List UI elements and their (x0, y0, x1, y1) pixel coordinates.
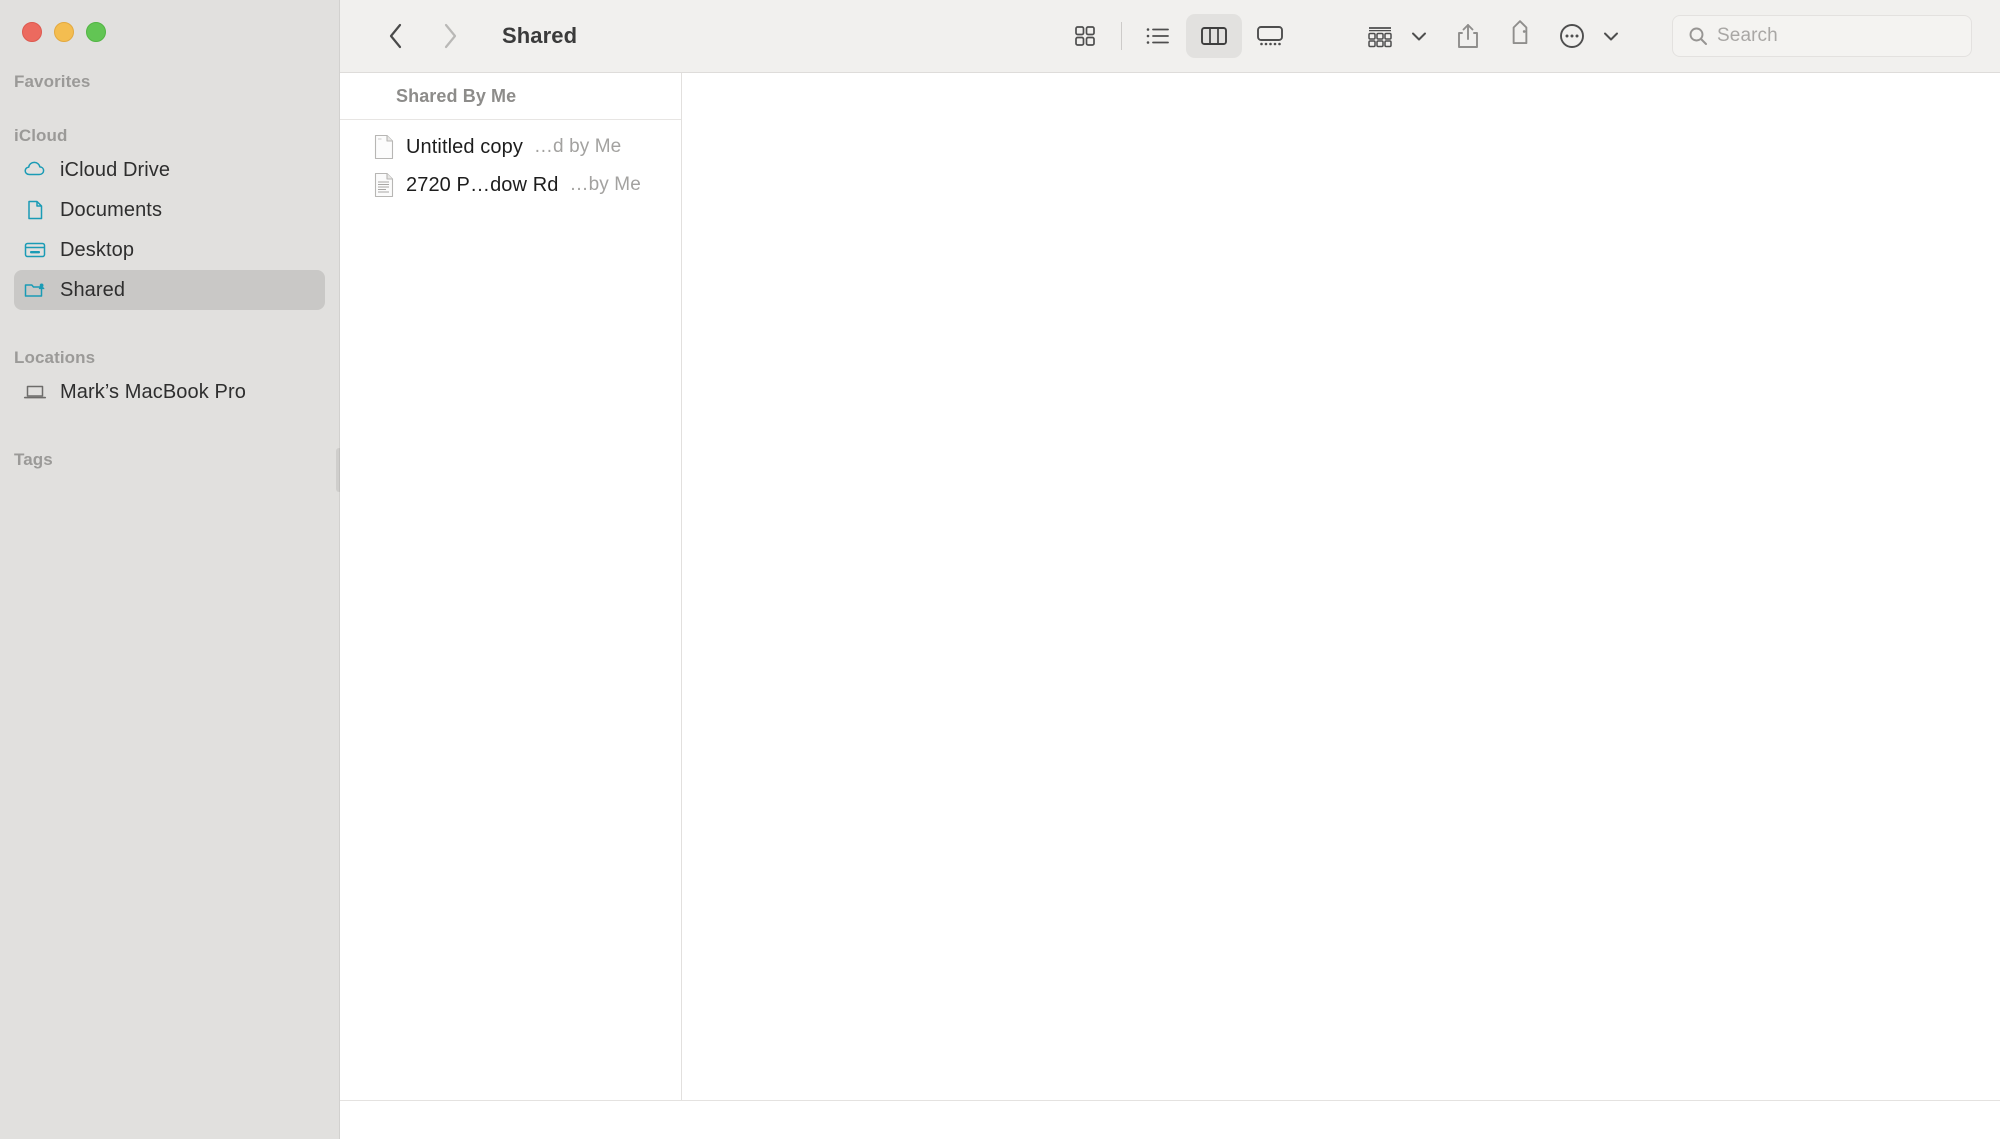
maximize-button[interactable] (86, 22, 106, 42)
column-view: Shared By Me Untitled copy …d by Me 2720… (340, 73, 2000, 1101)
sidebar-section-icloud: iCloud iCloud Drive Documents Desktop Sh… (0, 122, 339, 310)
toolbar-actions (1354, 14, 1634, 58)
page-title: Shared (502, 23, 578, 48)
minimize-button[interactable] (54, 22, 74, 42)
sidebar-item-icloud-drive[interactable]: iCloud Drive (14, 150, 325, 190)
column-preview[interactable] (682, 73, 2000, 1100)
more-chevron-down-icon[interactable] (1598, 14, 1624, 58)
sidebar-item-documents[interactable]: Documents (14, 190, 325, 230)
sidebar-scroll-area: Favorites iCloud iCloud Drive Documents … (0, 68, 339, 1139)
sidebar-item-desktop[interactable]: Desktop (14, 230, 325, 270)
view-column-button[interactable] (1186, 14, 1242, 58)
table-row[interactable]: Untitled copy …d by Me (340, 128, 681, 166)
column-header: Shared By Me (340, 73, 681, 120)
file-meta: …by Me (569, 174, 641, 195)
group-items-button[interactable] (1354, 14, 1406, 58)
shared-folder-icon (22, 277, 48, 303)
view-icon-button[interactable] (1057, 14, 1113, 58)
sidebar-section-favorites: Favorites (0, 68, 339, 96)
back-button[interactable] (382, 19, 410, 53)
sidebar-section-locations: Locations Mark’s MacBook Pro (0, 344, 339, 412)
below-window-area (340, 1101, 2000, 1139)
close-button[interactable] (22, 22, 42, 42)
sidebar-item-label: Desktop (60, 238, 135, 261)
file-name: Untitled copy (406, 135, 523, 158)
toolbar-divider (1121, 22, 1122, 50)
table-row[interactable]: 2720 P…dow Rd …by Me (340, 166, 681, 204)
search-input[interactable]: Search (1672, 15, 1972, 57)
search-icon (1685, 23, 1711, 49)
view-mode-group (1057, 14, 1298, 58)
column-header-label: Shared By Me (396, 85, 517, 106)
tag-button[interactable] (1494, 14, 1546, 58)
forward-button[interactable] (436, 19, 464, 53)
sidebar-item-macbook-pro[interactable]: Mark’s MacBook Pro (14, 372, 325, 412)
sidebar: Favorites iCloud iCloud Drive Documents … (0, 0, 342, 1139)
file-name: 2720 P…dow Rd (406, 173, 559, 196)
view-list-button[interactable] (1130, 14, 1186, 58)
sidebar-item-label: Shared (60, 278, 126, 301)
sidebar-section-title-favorites: Favorites (14, 72, 91, 91)
view-gallery-button[interactable] (1242, 14, 1298, 58)
sidebar-item-label: iCloud Drive (60, 158, 171, 181)
sidebar-section-title-icloud: iCloud (14, 126, 68, 145)
sidebar-item-label: Documents (60, 198, 163, 221)
toolbar: Shared Search (340, 0, 2000, 73)
file-meta: …d by Me (533, 136, 622, 157)
cloud-icon (22, 157, 48, 183)
main-pane: Shared Search Shared By Me Untitled copy… (340, 0, 2000, 1139)
search-placeholder: Search (1717, 25, 1778, 46)
column-shared-by-me: Shared By Me Untitled copy …d by Me 2720… (340, 73, 682, 1100)
document-icon (22, 197, 48, 223)
finder-window: Favorites iCloud iCloud Drive Documents … (0, 0, 2000, 1139)
file-list: Untitled copy …d by Me 2720 P…dow Rd …by… (340, 120, 681, 1100)
sidebar-section-title-tags: Tags (14, 450, 53, 469)
more-button[interactable] (1546, 14, 1598, 58)
desktop-icon (22, 237, 48, 263)
group-items-chevron-down-icon[interactable] (1406, 14, 1432, 58)
laptop-icon (22, 379, 48, 405)
window-controls (22, 22, 106, 42)
blank-document-icon (372, 133, 396, 161)
share-button[interactable] (1442, 14, 1494, 58)
search-container: Search (1672, 15, 1972, 57)
sidebar-section-title-locations: Locations (14, 348, 96, 367)
text-document-icon (372, 171, 396, 199)
sidebar-item-label: Mark’s MacBook Pro (60, 380, 246, 403)
sidebar-section-tags: Tags (0, 446, 339, 474)
sidebar-item-shared[interactable]: Shared (14, 270, 325, 310)
navigation-buttons (382, 19, 464, 53)
